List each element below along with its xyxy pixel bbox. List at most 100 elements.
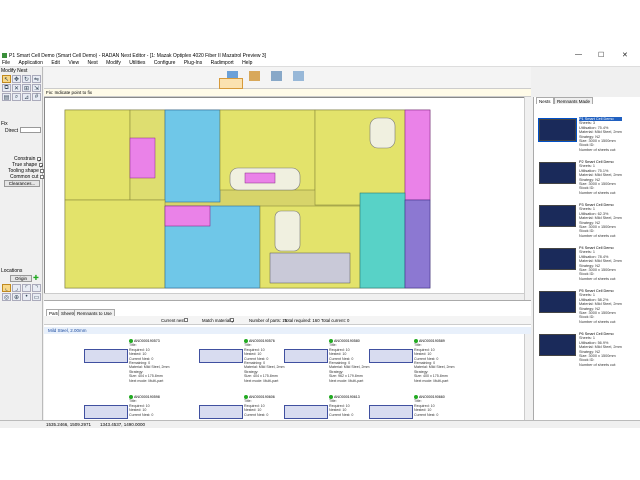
center-icon[interactable]: ◎: [2, 293, 11, 301]
menu-file[interactable]: File: [0, 60, 10, 67]
edge-icon[interactable]: ▭: [32, 293, 41, 301]
parts-scrollbar[interactable]: [524, 334, 531, 421]
window-title: P1 Smart Cell Demo (Smart Cell Demo) - R…: [9, 53, 267, 59]
part-magenta-2[interactable]: [164, 205, 211, 227]
nests-panel: Nests Remnants Made P1 Smart Cell Demo S…: [533, 97, 640, 420]
menu-view[interactable]: View: [66, 60, 79, 67]
snap-icon[interactable]: ⊕: [12, 293, 21, 301]
fix-icon[interactable]: ⊞: [22, 84, 31, 92]
fix-label: Fix: [1, 121, 8, 127]
move-icon[interactable]: ✥: [12, 75, 21, 83]
part-info: ANO000190606 Title: Required: 10 Nested: 1…: [244, 395, 275, 417]
part-slot-2[interactable]: [274, 210, 301, 252]
part-thumbnail: [369, 349, 413, 363]
total-required: Total required: 160: [284, 318, 320, 323]
corner-bottom-right-icon[interactable]: ⌟: [12, 284, 21, 292]
sheet-card[interactable]: P6 Smart Cell Demo Sheets: 1 Utilisation:…: [539, 332, 637, 374]
current-nest-label: Current nest: [161, 318, 185, 323]
sheet-card[interactable]: P5 Smart Cell Demo Sheets: 1 Utilisation:…: [539, 289, 637, 331]
part-purple-1[interactable]: [404, 199, 431, 289]
part-thumbnail: [284, 405, 328, 419]
menu-application[interactable]: Application: [16, 60, 42, 67]
number-of-parts: Number of parts: 16: [249, 318, 287, 323]
part-card[interactable]: ANO000190589 Title: Required: 10 Nested: 1…: [369, 339, 481, 387]
fix-mode-label: Direct: [5, 128, 19, 134]
match-material-checkbox[interactable]: ✓: [230, 318, 235, 324]
sheet-card[interactable]: P4 Smart Cell Demo Sheets: 1 Utilisation:…: [539, 246, 637, 288]
grid-icon[interactable]: #: [32, 93, 41, 101]
align-icon[interactable]: ▤: [2, 93, 11, 101]
part-thumbnail: [84, 349, 128, 363]
locate-icon[interactable]: ✚: [33, 275, 40, 282]
sheet-thumbnail: [539, 291, 576, 313]
part-magenta-4[interactable]: [129, 137, 156, 179]
origin-button[interactable]: Origin: [10, 275, 32, 282]
close-button[interactable]: ✕: [622, 51, 628, 59]
corner-top-right-icon[interactable]: ⌝: [32, 284, 41, 292]
part-grey-1[interactable]: [269, 252, 351, 284]
tool-output-icon[interactable]: [316, 78, 338, 89]
part-yellow-5[interactable]: [64, 199, 166, 289]
nest-canvas[interactable]: [44, 97, 531, 300]
maximize-button[interactable]: ☐: [598, 51, 604, 59]
menu-radimport[interactable]: Radimport: [209, 60, 234, 67]
fix-mode-select[interactable]: [20, 127, 41, 133]
constrain-checkbox[interactable]: ✓: [36, 156, 42, 164]
modify-tools: ↖ ✥ ↻ ⇋ ⧉ ✕ ⊞ ⇲ ▤ ⌕ ⊿ #: [2, 75, 41, 101]
measure-icon[interactable]: ⊿: [22, 93, 31, 101]
part-info: ANO000190598 Title: Required: 10 Nested: 1…: [129, 395, 160, 417]
corner-bottom-left-icon[interactable]: ⌞: [2, 284, 11, 292]
sheet-thumbnail: [539, 248, 576, 270]
select-arrow-icon[interactable]: ↖: [2, 75, 11, 83]
part-blue-1[interactable]: [164, 109, 221, 203]
bump-icon[interactable]: ⇲: [32, 84, 41, 92]
menu-nest[interactable]: Nest: [85, 60, 97, 67]
part-info: ANO000190613 Title: Required: 10 Nested: 1…: [329, 395, 360, 417]
part-info: ANO000190660 Title: Required: 10 Nested: 1…: [414, 395, 445, 417]
menu-modify[interactable]: Modify: [104, 60, 121, 67]
corner-top-left-icon[interactable]: ⌜: [22, 284, 31, 292]
part-info: ANO000190576 Title: Required: 10 Nested: 1…: [244, 339, 285, 383]
sheet-info: P5 Smart Cell Demo Sheets: 1 Utilisation:…: [579, 289, 622, 324]
sheet-card[interactable]: P1 Smart Cell Demo Sheets: 3 Utilisation:…: [538, 117, 637, 159]
tab-nests[interactable]: Nests: [536, 97, 554, 104]
tool-order-icon[interactable]: [268, 78, 290, 89]
current-nest-checkbox[interactable]: [184, 318, 188, 322]
total-current: Total current: 0: [321, 318, 350, 323]
canvas-horizontal-scrollbar[interactable]: [44, 293, 524, 300]
menu-edit[interactable]: Edit: [49, 60, 60, 67]
sheet-thumbnail: [539, 205, 576, 227]
copy-icon[interactable]: ⧉: [2, 84, 11, 92]
tab-remnants-to-use[interactable]: Remnants to Use: [74, 309, 115, 316]
menu-utilities[interactable]: Utilities: [127, 60, 145, 67]
point-icon[interactable]: •: [22, 293, 31, 301]
part-cyan-1[interactable]: [359, 192, 406, 289]
minimize-button[interactable]: —: [575, 51, 582, 58]
zoom-icon[interactable]: ⌕: [12, 93, 21, 101]
rotate-icon[interactable]: ↻: [22, 75, 31, 83]
menu-plugins[interactable]: Plug-Ins: [182, 60, 202, 67]
material-group-header[interactable]: Mild Steel, 2.00mm: [44, 327, 531, 334]
part-magenta-1[interactable]: [404, 109, 431, 201]
tool-report-icon[interactable]: [340, 78, 362, 89]
menu-configure[interactable]: Configure: [152, 60, 176, 67]
sheet-info: P6 Smart Cell Demo Sheets: 1 Utilisation:…: [579, 332, 622, 367]
nest-drawing[interactable]: [45, 98, 532, 301]
canvas-vertical-scrollbar[interactable]: [524, 97, 531, 300]
part-magenta-3[interactable]: [244, 172, 276, 184]
sheet-card[interactable]: P3 Smart Cell Demo Sheets: 1 Utilisation:…: [539, 203, 637, 245]
sheet-card[interactable]: P2 Smart Cell Demo Sheets: 1 Utilisation:…: [539, 160, 637, 202]
menu-help[interactable]: Help: [240, 60, 252, 67]
locations-label: Locations: [1, 268, 23, 274]
tool-modify-icon[interactable]: [219, 78, 243, 89]
tab-remnants-made[interactable]: Remnants Made: [554, 97, 594, 104]
mirror-icon[interactable]: ⇋: [32, 75, 41, 83]
part-card[interactable]: ANO000190573 Title: Required: 10 Nested: 1…: [84, 339, 196, 387]
true-shape-checkbox[interactable]: ✓: [38, 162, 44, 170]
tool-undo-icon[interactable]: [244, 78, 266, 89]
part-yellow-1[interactable]: [64, 109, 131, 201]
clearances-button[interactable]: Clearances...: [4, 180, 40, 187]
tool-complete-icon[interactable]: [292, 78, 314, 89]
delete-icon[interactable]: ✕: [12, 84, 21, 92]
part-slot-3[interactable]: [369, 117, 396, 149]
